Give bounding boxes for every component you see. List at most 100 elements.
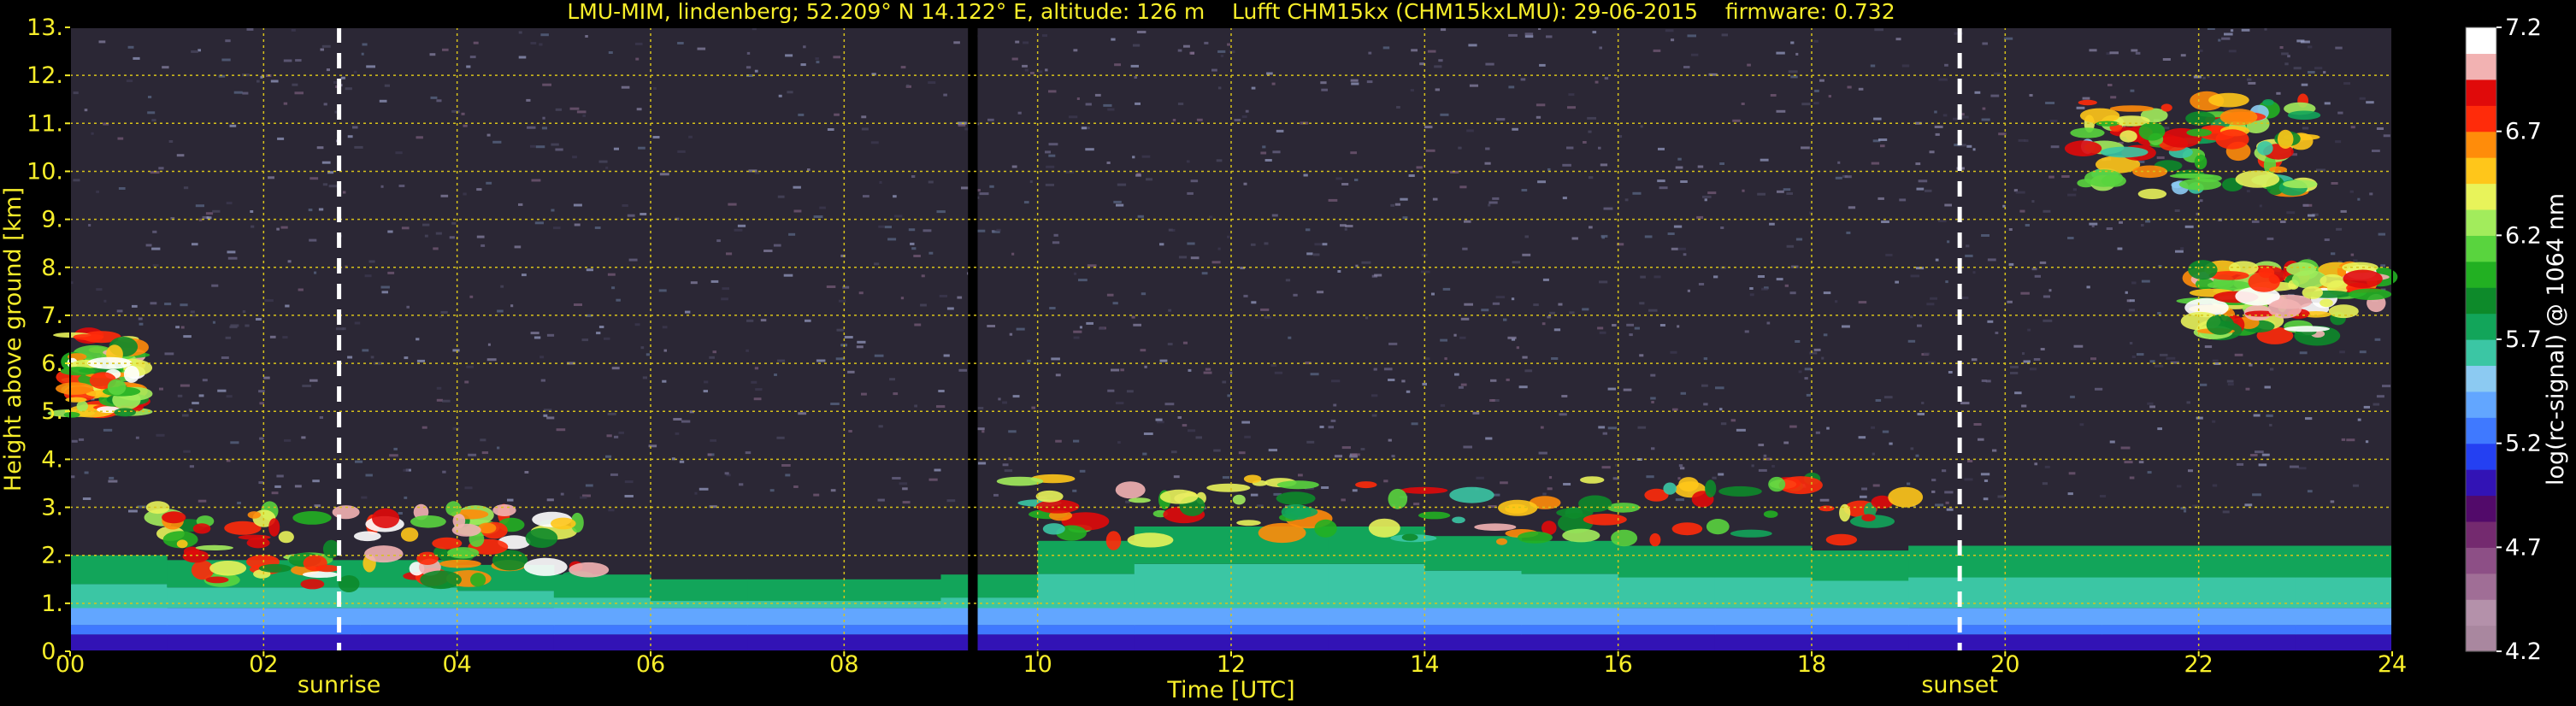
noise-speck — [877, 498, 885, 502]
noise-speck — [613, 147, 619, 150]
cloud-signal — [1115, 481, 1146, 499]
noise-speck — [1998, 132, 2007, 136]
noise-speck — [473, 41, 479, 44]
noise-speck — [1640, 275, 1646, 279]
noise-speck — [2149, 360, 2155, 363]
noise-speck — [785, 474, 791, 477]
noise-speck — [861, 127, 869, 131]
noise-speck — [1341, 446, 1351, 450]
cloud-signal — [1580, 476, 1605, 484]
noise-speck — [546, 416, 555, 420]
cloud-signal — [76, 400, 89, 412]
noise-speck — [1213, 449, 1221, 452]
noise-speck — [910, 242, 915, 245]
noise-speck — [1064, 170, 1075, 174]
noise-speck — [728, 203, 737, 206]
cloud-signal — [2320, 298, 2333, 308]
noise-speck — [1274, 371, 1283, 374]
noise-speck — [1786, 192, 1793, 195]
noise-speck — [1205, 368, 1211, 371]
noise-speck — [1966, 144, 1972, 148]
x-tick-label: 10 — [1023, 651, 1052, 678]
noise-speck — [1272, 150, 1281, 154]
noise-speck — [1026, 359, 1031, 362]
colorbar-segment — [2466, 235, 2496, 262]
noise-speck — [781, 464, 791, 467]
noise-speck — [1938, 78, 1948, 81]
noise-speck — [2373, 403, 2380, 406]
cloud-signal — [2343, 269, 2383, 289]
noise-speck — [168, 140, 174, 143]
noise-speck — [889, 378, 895, 381]
noise-speck — [1458, 385, 1464, 389]
noise-speck — [205, 212, 214, 215]
noise-speck — [103, 299, 107, 303]
noise-speck — [466, 365, 474, 368]
noise-speck — [1227, 394, 1231, 397]
noise-speck — [1419, 62, 1425, 66]
noise-speck — [2266, 414, 2273, 417]
noise-speck — [1945, 280, 1948, 284]
noise-speck — [1640, 125, 1643, 128]
noise-speck — [1874, 28, 1883, 32]
noise-speck — [256, 318, 262, 321]
noise-speck — [175, 326, 180, 329]
noise-speck — [1264, 315, 1271, 319]
noise-speck — [1168, 309, 1172, 312]
noise-speck — [145, 244, 152, 247]
noise-speck — [892, 477, 901, 479]
noise-speck — [1383, 479, 1388, 483]
noise-speck — [277, 137, 285, 140]
y-tick-label: 5. — [41, 398, 63, 425]
noise-speck — [560, 492, 564, 496]
noise-speck — [1182, 341, 1188, 344]
noise-speck — [1607, 387, 1616, 391]
noise-speck — [553, 227, 561, 230]
noise-speck — [177, 394, 183, 397]
noise-speck — [464, 486, 473, 490]
noise-speck — [1648, 309, 1658, 312]
noise-speck — [1964, 478, 1973, 481]
noise-speck — [688, 135, 693, 138]
noise-speck — [1567, 106, 1576, 109]
noise-speck — [1068, 115, 1078, 119]
noise-speck — [834, 113, 840, 116]
noise-speck — [1935, 132, 1940, 136]
noise-speck — [1990, 94, 2000, 97]
noise-speck — [1016, 327, 1025, 331]
noise-speck — [1766, 321, 1771, 325]
noise-speck — [109, 476, 115, 479]
noise-speck — [900, 297, 905, 300]
noise-speck — [1522, 253, 1531, 256]
noise-speck — [1072, 489, 1077, 492]
noise-speck — [1400, 197, 1408, 201]
noise-speck — [387, 271, 395, 274]
noise-speck — [2033, 358, 2041, 361]
noise-speck — [2222, 510, 2230, 514]
y-tick-label: 10. — [27, 158, 63, 185]
noise-speck — [1687, 289, 1690, 292]
noise-speck — [298, 288, 304, 291]
noise-speck — [838, 299, 846, 303]
colorbar-segment — [2466, 625, 2496, 652]
noise-speck — [976, 229, 986, 232]
noise-speck — [452, 427, 460, 430]
noise-speck — [1313, 253, 1320, 256]
noise-speck — [1201, 272, 1208, 275]
noise-speck — [2300, 40, 2310, 44]
noise-speck — [1915, 162, 1921, 166]
cloud-signal — [525, 527, 558, 549]
noise-speck — [1516, 346, 1519, 350]
noise-speck — [138, 317, 143, 321]
cloud-signal — [1718, 485, 1762, 497]
noise-speck — [1103, 103, 1112, 107]
noise-speck — [2162, 58, 2171, 61]
noise-speck — [237, 502, 241, 504]
aerosol-layer — [2295, 625, 2393, 635]
noise-speck — [2212, 420, 2216, 423]
noise-speck — [398, 185, 405, 187]
aerosol-layer — [167, 587, 264, 609]
noise-speck — [1333, 403, 1337, 407]
cloud-signal — [996, 476, 1044, 486]
aerosol-layer — [1328, 608, 1425, 626]
